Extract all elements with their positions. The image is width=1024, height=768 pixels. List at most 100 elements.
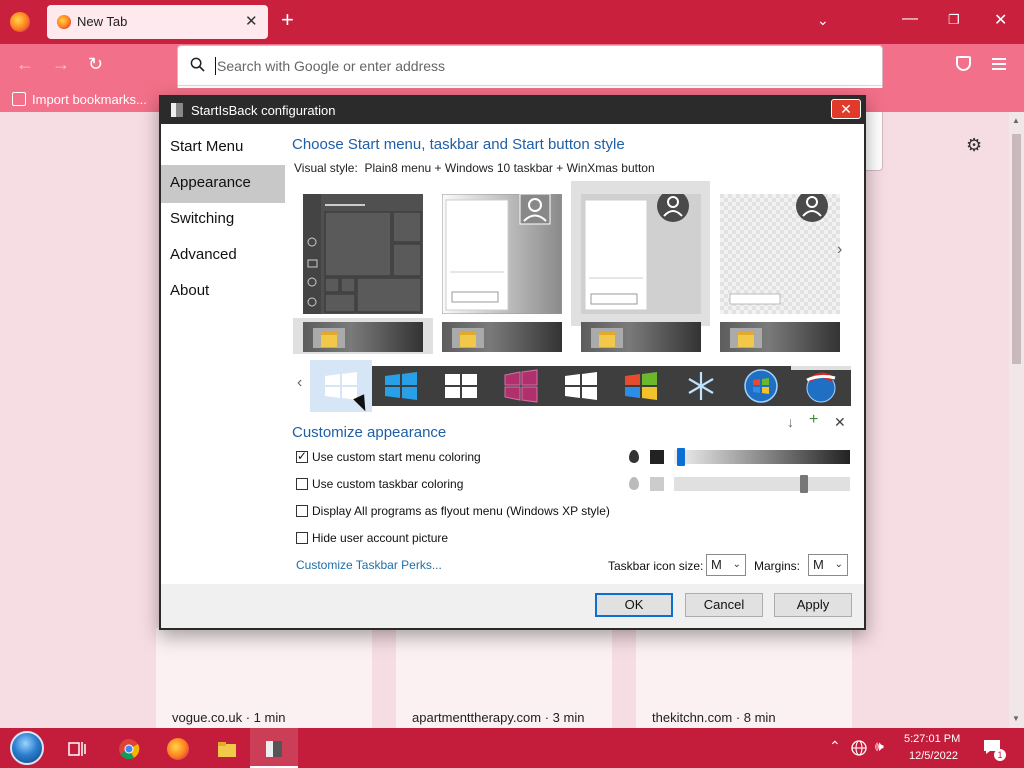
visual-style-value: Plain8 menu + Windows 10 taskbar + WinXm… (364, 161, 655, 175)
taskbar-color-swatch[interactable] (650, 477, 664, 491)
start-button-winxmas-icon[interactable] (791, 366, 851, 406)
start-button-win7-orb-icon[interactable] (731, 366, 791, 406)
customize-section-title: Customize appearance (292, 424, 447, 441)
menu-style-plain8-selected-thumb[interactable] (581, 194, 701, 314)
custom-start-menu-color-checkbox[interactable] (296, 449, 308, 463)
app-icon (171, 103, 183, 117)
margins-label: Margins: (754, 559, 801, 573)
dialog-titlebar[interactable]: StartIsBack configuration ✕ (161, 97, 864, 124)
dialog-body: Start Menu Appearance Switching Advanced… (161, 124, 864, 584)
tile-label[interactable]: vogue.co.uk · 1 min (172, 710, 285, 725)
start-button-win10-blue-icon[interactable] (371, 366, 431, 406)
button-style-prev-icon[interactable]: ‹ (297, 374, 302, 392)
menu-icon[interactable] (992, 58, 1006, 73)
taskbar-style-preview[interactable] (581, 322, 701, 352)
import-bookmarks-link[interactable]: Import bookmarks... (32, 92, 147, 107)
visual-style-line: Visual style: Plain8 menu + Windows 10 t… (294, 161, 655, 175)
margins-select[interactable]: M ⌄ (808, 554, 848, 576)
tile-label[interactable]: apartmenttherapy.com · 3 min (412, 710, 584, 725)
back-icon[interactable]: ← (16, 54, 34, 75)
tile-label[interactable]: thekitchn.com · 8 min (652, 710, 776, 725)
text-caret (215, 57, 216, 75)
scrollbar-thumb[interactable] (1012, 134, 1021, 364)
hide-account-picture-checkbox[interactable] (296, 532, 308, 544)
nav-item-advanced[interactable]: Advanced (161, 237, 285, 275)
new-tab-plus-icon[interactable]: + (281, 9, 294, 31)
search-icon (190, 57, 205, 72)
start-menu-color-slider-thumb[interactable] (677, 448, 686, 466)
pocket-icon[interactable] (956, 56, 971, 71)
taskbar-color-slider[interactable] (674, 477, 850, 491)
nav-item-start-menu[interactable]: Start Menu (161, 129, 285, 167)
flyout-menu-checkbox[interactable] (296, 505, 308, 517)
url-divider (178, 85, 882, 86)
taskbar-style-preview[interactable] (720, 322, 840, 352)
firefox-icon[interactable] (167, 738, 189, 760)
scroll-down-icon[interactable]: ▼ (1012, 714, 1020, 723)
taskbar-style-preview[interactable] (303, 322, 423, 352)
download-icon[interactable]: ↓ (787, 414, 794, 430)
folder-icon (313, 328, 345, 348)
chevron-down-icon: ⌄ (834, 559, 843, 570)
taskbar-style-preview[interactable] (442, 322, 562, 352)
volume-icon[interactable]: 🕪 (875, 738, 884, 755)
nav-item-appearance[interactable]: Appearance (161, 165, 285, 203)
folder-icon (452, 328, 484, 348)
gear-icon[interactable]: ⚙ (966, 135, 982, 156)
file-explorer-icon[interactable] (216, 738, 238, 760)
start-menu-color-slider[interactable] (674, 450, 850, 464)
customize-taskbar-perks-link[interactable]: Customize Taskbar Perks... (296, 558, 442, 572)
start-button-snowflake-icon[interactable] (671, 366, 731, 406)
menu-style-next-icon[interactable]: › (837, 241, 842, 259)
chevron-down-icon: ⌄ (732, 559, 741, 570)
chrome-icon[interactable] (118, 738, 140, 760)
firefox-logo-icon[interactable] (10, 12, 30, 32)
menu-style-plain8-thumb[interactable] (442, 194, 562, 314)
nav-item-switching[interactable]: Switching (161, 201, 285, 239)
cancel-button[interactable]: Cancel (685, 593, 763, 617)
start-button-win8-icon[interactable] (431, 366, 491, 406)
nav-item-about[interactable]: About (161, 273, 285, 311)
start-button-pink-icon[interactable] (491, 366, 551, 406)
custom-start-menu-color-label[interactable]: Use custom start menu coloring (312, 450, 481, 464)
scroll-up-icon[interactable]: ▲ (1012, 116, 1020, 125)
network-globe-icon[interactable] (851, 740, 867, 756)
start-menu-color-swatch[interactable] (650, 450, 664, 464)
folder-icon (730, 328, 762, 348)
tab-new-tab[interactable]: New Tab ✕ (47, 5, 268, 39)
custom-taskbar-color-checkbox[interactable] (296, 478, 308, 490)
start-button[interactable] (10, 731, 44, 765)
apply-button[interactable]: Apply (774, 593, 852, 617)
remove-icon[interactable]: ✕ (834, 414, 846, 431)
start-button-color-icon[interactable] (611, 366, 671, 406)
ok-button[interactable]: OK (595, 593, 673, 617)
forward-icon[interactable]: → (52, 54, 70, 75)
hide-account-picture-label[interactable]: Hide user account picture (312, 531, 448, 545)
flyout-menu-label[interactable]: Display All programs as flyout menu (Win… (312, 504, 610, 518)
clock-time[interactable]: 5:27:01 PM (904, 733, 960, 745)
start-menu-color-drop-icon (629, 450, 639, 463)
url-placeholder[interactable]: Search with Google or enter address (217, 58, 445, 74)
folder-icon (591, 328, 623, 348)
startisback-dialog: StartIsBack configuration ✕ Start Menu A… (159, 95, 866, 630)
add-icon[interactable]: + (809, 411, 818, 429)
tab-list-chevron-icon[interactable]: ⌄ (817, 12, 829, 29)
menu-style-transparent-thumb[interactable] (720, 194, 840, 314)
start-button-white-icon[interactable] (551, 366, 611, 406)
startisback-app-icon[interactable] (263, 738, 285, 760)
icon-size-label: Taskbar icon size: (608, 559, 704, 573)
dialog-close-icon[interactable]: ✕ (831, 99, 861, 119)
minimize-icon[interactable]: — (902, 10, 918, 28)
icon-size-select[interactable]: M ⌄ (706, 554, 746, 576)
reload-icon[interactable]: ↻ (88, 54, 103, 75)
custom-taskbar-color-label[interactable]: Use custom taskbar coloring (312, 477, 463, 491)
task-view-icon[interactable] (66, 738, 88, 760)
tray-expand-icon[interactable]: ⌃ (829, 738, 841, 755)
tab-close-icon[interactable]: ✕ (245, 12, 258, 30)
page-scrollbar[interactable]: ▲ ▼ (1009, 112, 1024, 728)
taskbar-color-slider-thumb[interactable] (800, 475, 808, 493)
clock-date[interactable]: 12/5/2022 (909, 750, 958, 762)
menu-style-windows10-thumb[interactable] (303, 194, 423, 314)
window-close-icon[interactable]: ✕ (994, 10, 1007, 30)
restore-icon[interactable]: ❐ (948, 12, 960, 28)
